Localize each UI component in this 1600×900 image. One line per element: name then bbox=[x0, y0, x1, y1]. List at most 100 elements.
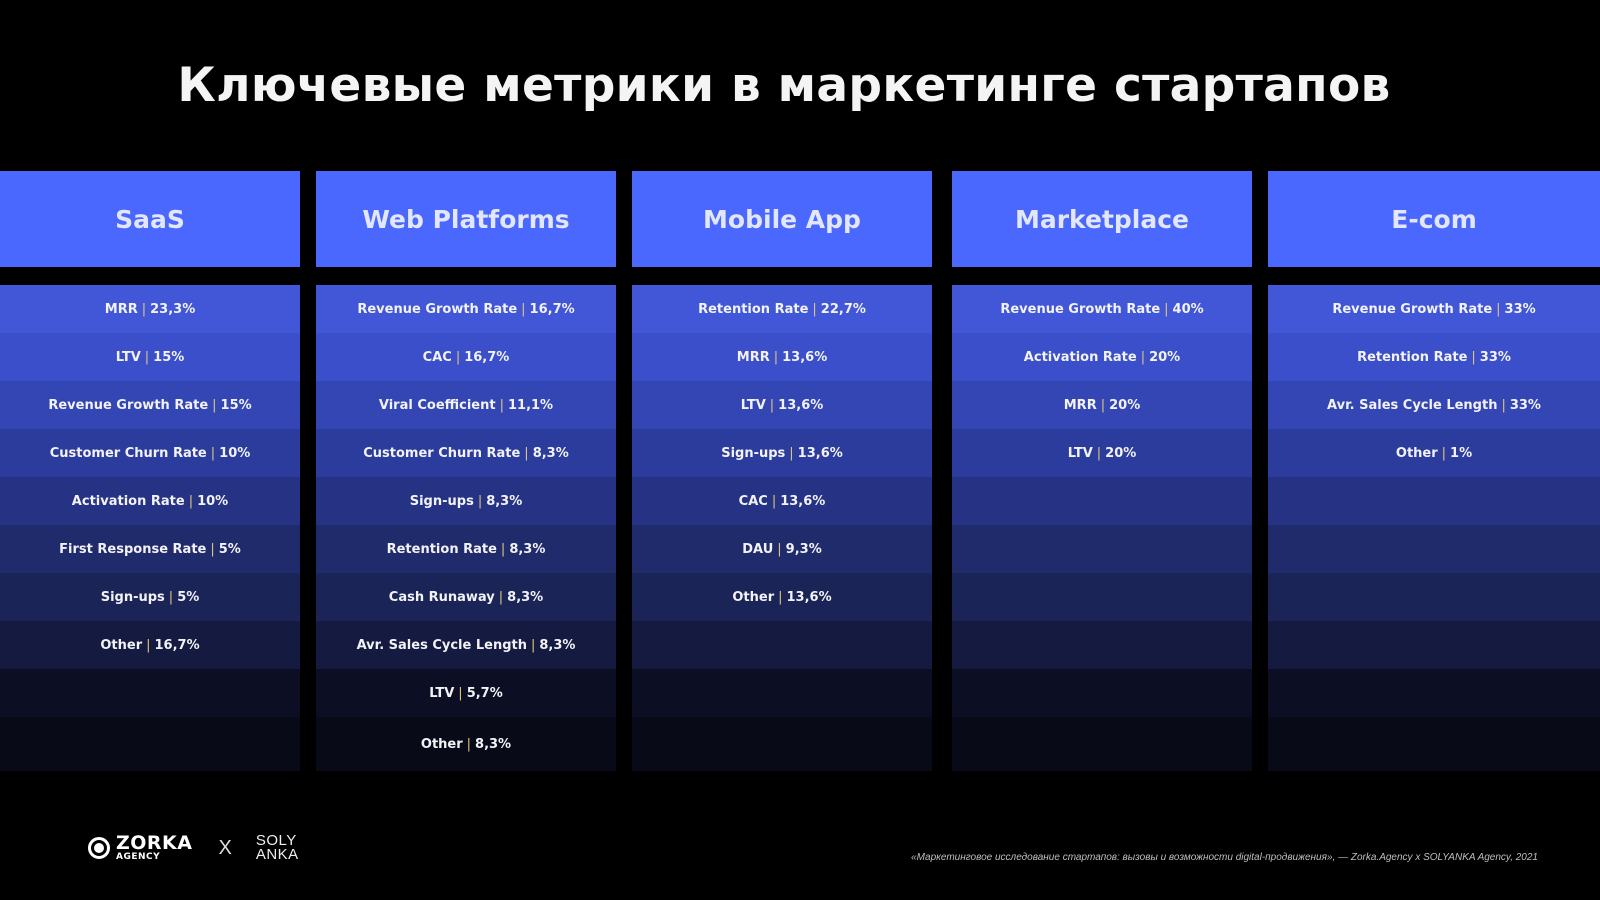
metric-row: Other | 1% bbox=[1268, 429, 1600, 477]
metric-label: LTV bbox=[740, 397, 766, 413]
metric-label: MRR bbox=[736, 349, 770, 365]
metric-value: 5,7% bbox=[466, 685, 503, 701]
metric-label: Other bbox=[732, 589, 775, 605]
metric-value: 22,7% bbox=[820, 301, 866, 317]
metric-row bbox=[1268, 621, 1600, 669]
metric-separator: | bbox=[1100, 397, 1106, 413]
metric-value: 40% bbox=[1172, 301, 1204, 317]
zorka-logo-name: ZORKA bbox=[116, 832, 193, 854]
metric-label: Retention Rate bbox=[1357, 349, 1468, 365]
column-web-platforms: Web Platforms Revenue Growth Rate | 16,7% CA… bbox=[316, 171, 616, 771]
metric-row: MRR | 20% bbox=[952, 381, 1252, 429]
metric-value: 1% bbox=[1450, 445, 1473, 461]
metric-separator: | bbox=[812, 301, 817, 317]
metric-row bbox=[952, 669, 1252, 717]
column-body: Retention Rate | 22,7% MRR | 13,6% LTV | 13,6% Si… bbox=[632, 285, 932, 771]
metric-row: CAC | 13,6% bbox=[632, 477, 932, 525]
metric-label: Customer Churn Rate bbox=[49, 445, 207, 461]
metric-value: 8,3% bbox=[532, 445, 569, 461]
metric-label: First Response Rate bbox=[59, 541, 207, 557]
zorka-logo: ZORKA AGENCY bbox=[116, 834, 193, 862]
metric-value: 33% bbox=[1509, 397, 1541, 413]
metric-row: Customer Churn Rate | 10% bbox=[0, 429, 300, 477]
metric-separator: | bbox=[1501, 397, 1506, 413]
metric-label: MRR bbox=[1063, 397, 1097, 413]
metric-row bbox=[1268, 477, 1600, 525]
metric-separator: | bbox=[466, 736, 472, 752]
metric-separator: | bbox=[521, 301, 526, 317]
metric-label: Activation Rate bbox=[1023, 349, 1137, 365]
metric-separator: | bbox=[498, 589, 504, 605]
metric-label: DAU bbox=[742, 541, 774, 557]
column-header: Mobile App bbox=[632, 171, 932, 267]
metric-label: Viral Coefficient bbox=[378, 397, 496, 413]
metric-label: Retention Rate bbox=[698, 301, 809, 317]
metric-separator: | bbox=[1164, 301, 1169, 317]
metric-label: LTV bbox=[115, 349, 141, 365]
metric-separator: | bbox=[778, 589, 783, 605]
metric-separator: | bbox=[210, 445, 216, 461]
metric-separator: | bbox=[771, 493, 777, 509]
metric-value: 15% bbox=[153, 349, 185, 365]
metric-row: Activation Rate | 10% bbox=[0, 477, 300, 525]
metric-value: 5% bbox=[218, 541, 241, 557]
metric-row bbox=[0, 669, 300, 717]
collab-x-icon: X bbox=[218, 836, 232, 859]
column-body: Revenue Growth Rate | 16,7% CAC | 16,7% Viral … bbox=[316, 285, 616, 771]
metric-label: Sign-ups bbox=[409, 493, 474, 509]
metric-value: 13,6% bbox=[782, 349, 828, 365]
metric-separator: | bbox=[1140, 349, 1146, 365]
metric-label: Cash Runaway bbox=[388, 589, 495, 605]
metric-row bbox=[952, 717, 1252, 771]
metric-row: Viral Coefficient | 11,1% bbox=[316, 381, 616, 429]
metric-separator: | bbox=[1096, 445, 1102, 461]
metric-value: 13,6% bbox=[786, 589, 832, 605]
metric-row: LTV | 20% bbox=[952, 429, 1252, 477]
column-header: Marketplace bbox=[952, 171, 1252, 267]
metric-row bbox=[0, 717, 300, 771]
metric-label: Avr. Sales Cycle Length bbox=[356, 637, 527, 653]
metric-label: CAC bbox=[422, 349, 452, 365]
column-header: SaaS bbox=[0, 171, 300, 267]
metric-value: 11,1% bbox=[507, 397, 554, 413]
column-marketplace: Marketplace Revenue Growth Rate | 40% Activa… bbox=[952, 171, 1252, 771]
metric-separator: | bbox=[1441, 445, 1447, 461]
metric-row: Revenue Growth Rate | 16,7% bbox=[316, 285, 616, 333]
metric-row: LTV | 13,6% bbox=[632, 381, 932, 429]
metric-row bbox=[952, 573, 1252, 621]
metric-separator: | bbox=[530, 637, 536, 653]
metric-row bbox=[632, 717, 932, 771]
metric-row: Other | 13,6% bbox=[632, 573, 932, 621]
metric-row bbox=[952, 525, 1252, 573]
metric-row: MRR | 23,3% bbox=[0, 285, 300, 333]
zorka-logo-sub: AGENCY bbox=[116, 852, 161, 862]
metric-value: 20% bbox=[1109, 397, 1141, 413]
metric-value: 13,6% bbox=[797, 445, 843, 461]
metric-row: Avr. Sales Cycle Length | 33% bbox=[1268, 381, 1600, 429]
metric-row: DAU | 9,3% bbox=[632, 525, 932, 573]
metric-label: Other bbox=[1395, 445, 1438, 461]
metric-separator: | bbox=[524, 445, 529, 461]
metric-row: Avr. Sales Cycle Length | 8,3% bbox=[316, 621, 616, 669]
metric-row: LTV | 15% bbox=[0, 333, 300, 381]
metric-row: MRR | 13,6% bbox=[632, 333, 932, 381]
metric-row: Sign-ups | 8,3% bbox=[316, 477, 616, 525]
metric-value: 8,3% bbox=[475, 736, 512, 752]
metric-row: Customer Churn Rate | 8,3% bbox=[316, 429, 616, 477]
metric-value: 16,7% bbox=[464, 349, 510, 365]
metric-row: LTV | 5,7% bbox=[316, 669, 616, 717]
metric-label: Sign-ups bbox=[100, 589, 165, 605]
metric-row: Retention Rate | 8,3% bbox=[316, 525, 616, 573]
metric-separator: | bbox=[773, 349, 779, 365]
metric-separator: | bbox=[212, 397, 217, 413]
metric-value: 8,3% bbox=[507, 589, 544, 605]
metric-value: 20% bbox=[1149, 349, 1181, 365]
metric-separator: | bbox=[499, 397, 504, 413]
metric-label: LTV bbox=[429, 685, 455, 701]
column-body: Revenue Growth Rate | 40% Activation Rate | 2… bbox=[952, 285, 1252, 771]
metric-label: Sign-ups bbox=[721, 445, 786, 461]
metric-label: Avr. Sales Cycle Length bbox=[1327, 397, 1498, 413]
column-header: E-com bbox=[1268, 171, 1600, 267]
metric-value: 13,6% bbox=[780, 493, 826, 509]
metric-row: Revenue Growth Rate | 33% bbox=[1268, 285, 1600, 333]
